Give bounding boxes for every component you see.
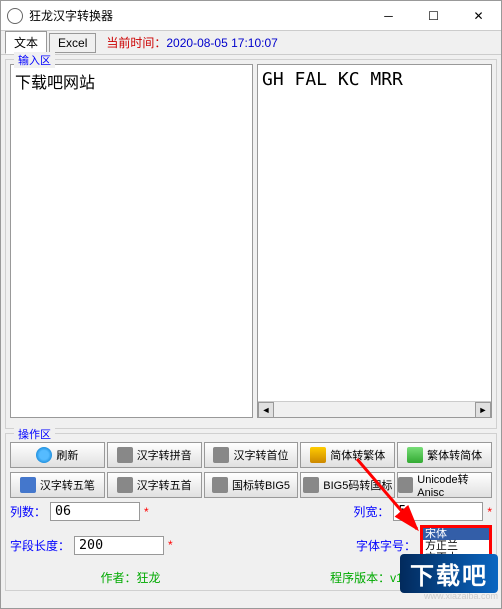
hz2sw-label: 汉字转首位 (233, 447, 288, 463)
watermark-url: www.xiazaiba.com (400, 591, 498, 601)
width-input[interactable] (393, 502, 483, 521)
close-button[interactable]: ✕ (456, 1, 501, 31)
horizontal-scrollbar[interactable]: ◄ ► (258, 401, 491, 417)
hz2ws-label: 汉字转五首 (137, 477, 192, 493)
wubi-icon (20, 477, 36, 493)
refresh-label: 刷新 (56, 447, 78, 463)
gb2b5-label: 国标转BIG5 (232, 477, 290, 493)
scroll-left-icon[interactable]: ◄ (258, 402, 274, 418)
refresh-button[interactable]: 刷新 (10, 442, 105, 468)
b52gb-icon (303, 477, 319, 493)
titlebar: 狂龙汉字转换器 ─ ☐ ✕ (1, 1, 501, 31)
field-length-input[interactable] (74, 536, 164, 555)
cols-input[interactable] (50, 502, 140, 521)
font-label: 字体字号： (356, 537, 416, 554)
simplified-to-traditional-button[interactable]: 简体转繁体 (300, 442, 395, 468)
hanzi-to-wubi-button[interactable]: 汉字转五笔 (10, 472, 105, 498)
font-select[interactable]: 宋体 方正兰 方正水 (420, 525, 492, 565)
u2a-icon (398, 477, 413, 493)
initial-icon (213, 447, 229, 463)
required-marker-2: * (487, 505, 492, 519)
gb-to-big5-button[interactable]: 国标转BIG5 (204, 472, 299, 498)
pinyin-icon (117, 447, 133, 463)
font-option-fangzheng2[interactable]: 方正水 (423, 552, 489, 564)
tab-text[interactable]: 文本 (5, 31, 47, 54)
scroll-track[interactable] (274, 402, 475, 417)
hz2py-label: 汉字转拼音 (137, 447, 192, 463)
s2t-icon (310, 447, 326, 463)
output-panel: GH FAL KC MRR ◄ ► (257, 64, 492, 418)
output-text: GH FAL KC MRR (258, 65, 491, 401)
app-icon (7, 8, 23, 24)
hanzi-to-wubi-initial-button[interactable]: 汉字转五首 (107, 472, 202, 498)
input-textarea[interactable] (10, 64, 253, 418)
hanzi-to-initial-button[interactable]: 汉字转首位 (204, 442, 299, 468)
time-value: 2020-08-05 17:10:07 (166, 36, 277, 50)
refresh-icon (36, 447, 52, 463)
window-title: 狂龙汉字转换器 (29, 7, 366, 24)
maximize-button[interactable]: ☐ (411, 1, 456, 31)
time-label: 当前时间： (106, 36, 166, 50)
wubi-initial-icon (117, 477, 133, 493)
ops-section-label: 操作区 (14, 426, 55, 442)
width-label: 列宽： (353, 503, 389, 520)
traditional-to-simplified-button[interactable]: 繁体转简体 (397, 442, 492, 468)
t2s-label: 繁体转简体 (427, 447, 482, 463)
tab-excel[interactable]: Excel (49, 33, 96, 53)
b52gb-label: BIG5码转国标 (323, 477, 392, 493)
hz2wb-label: 汉字转五笔 (40, 477, 95, 493)
big5-to-gb-button[interactable]: BIG5码转国标 (300, 472, 395, 498)
cols-label: 列数： (10, 503, 46, 520)
current-time: 当前时间：2020-08-05 17:10:07 (106, 34, 277, 51)
required-marker: * (144, 505, 149, 519)
toolbar: 文本 Excel 当前时间：2020-08-05 17:10:07 (1, 31, 501, 55)
t2s-icon (407, 447, 423, 463)
minimize-button[interactable]: ─ (366, 1, 411, 31)
font-option-songti[interactable]: 宋体 (423, 528, 489, 540)
required-marker-3: * (168, 538, 173, 552)
u2a-label: Unicode转Anisc (417, 471, 491, 499)
hanzi-to-pinyin-button[interactable]: 汉字转拼音 (107, 442, 202, 468)
author-label: 作者：狂龙 (10, 569, 251, 586)
field-length-label: 字段长度： (10, 537, 70, 554)
font-option-fangzheng1[interactable]: 方正兰 (423, 540, 489, 552)
input-section-label: 输入区 (14, 52, 55, 68)
version-label: 程序版本：v1.0 (251, 569, 492, 586)
s2t-label: 简体转繁体 (330, 447, 385, 463)
gb2b5-icon (212, 477, 228, 493)
scroll-right-icon[interactable]: ► (475, 402, 491, 418)
unicode-to-ansi-button[interactable]: Unicode转Anisc (397, 472, 492, 498)
